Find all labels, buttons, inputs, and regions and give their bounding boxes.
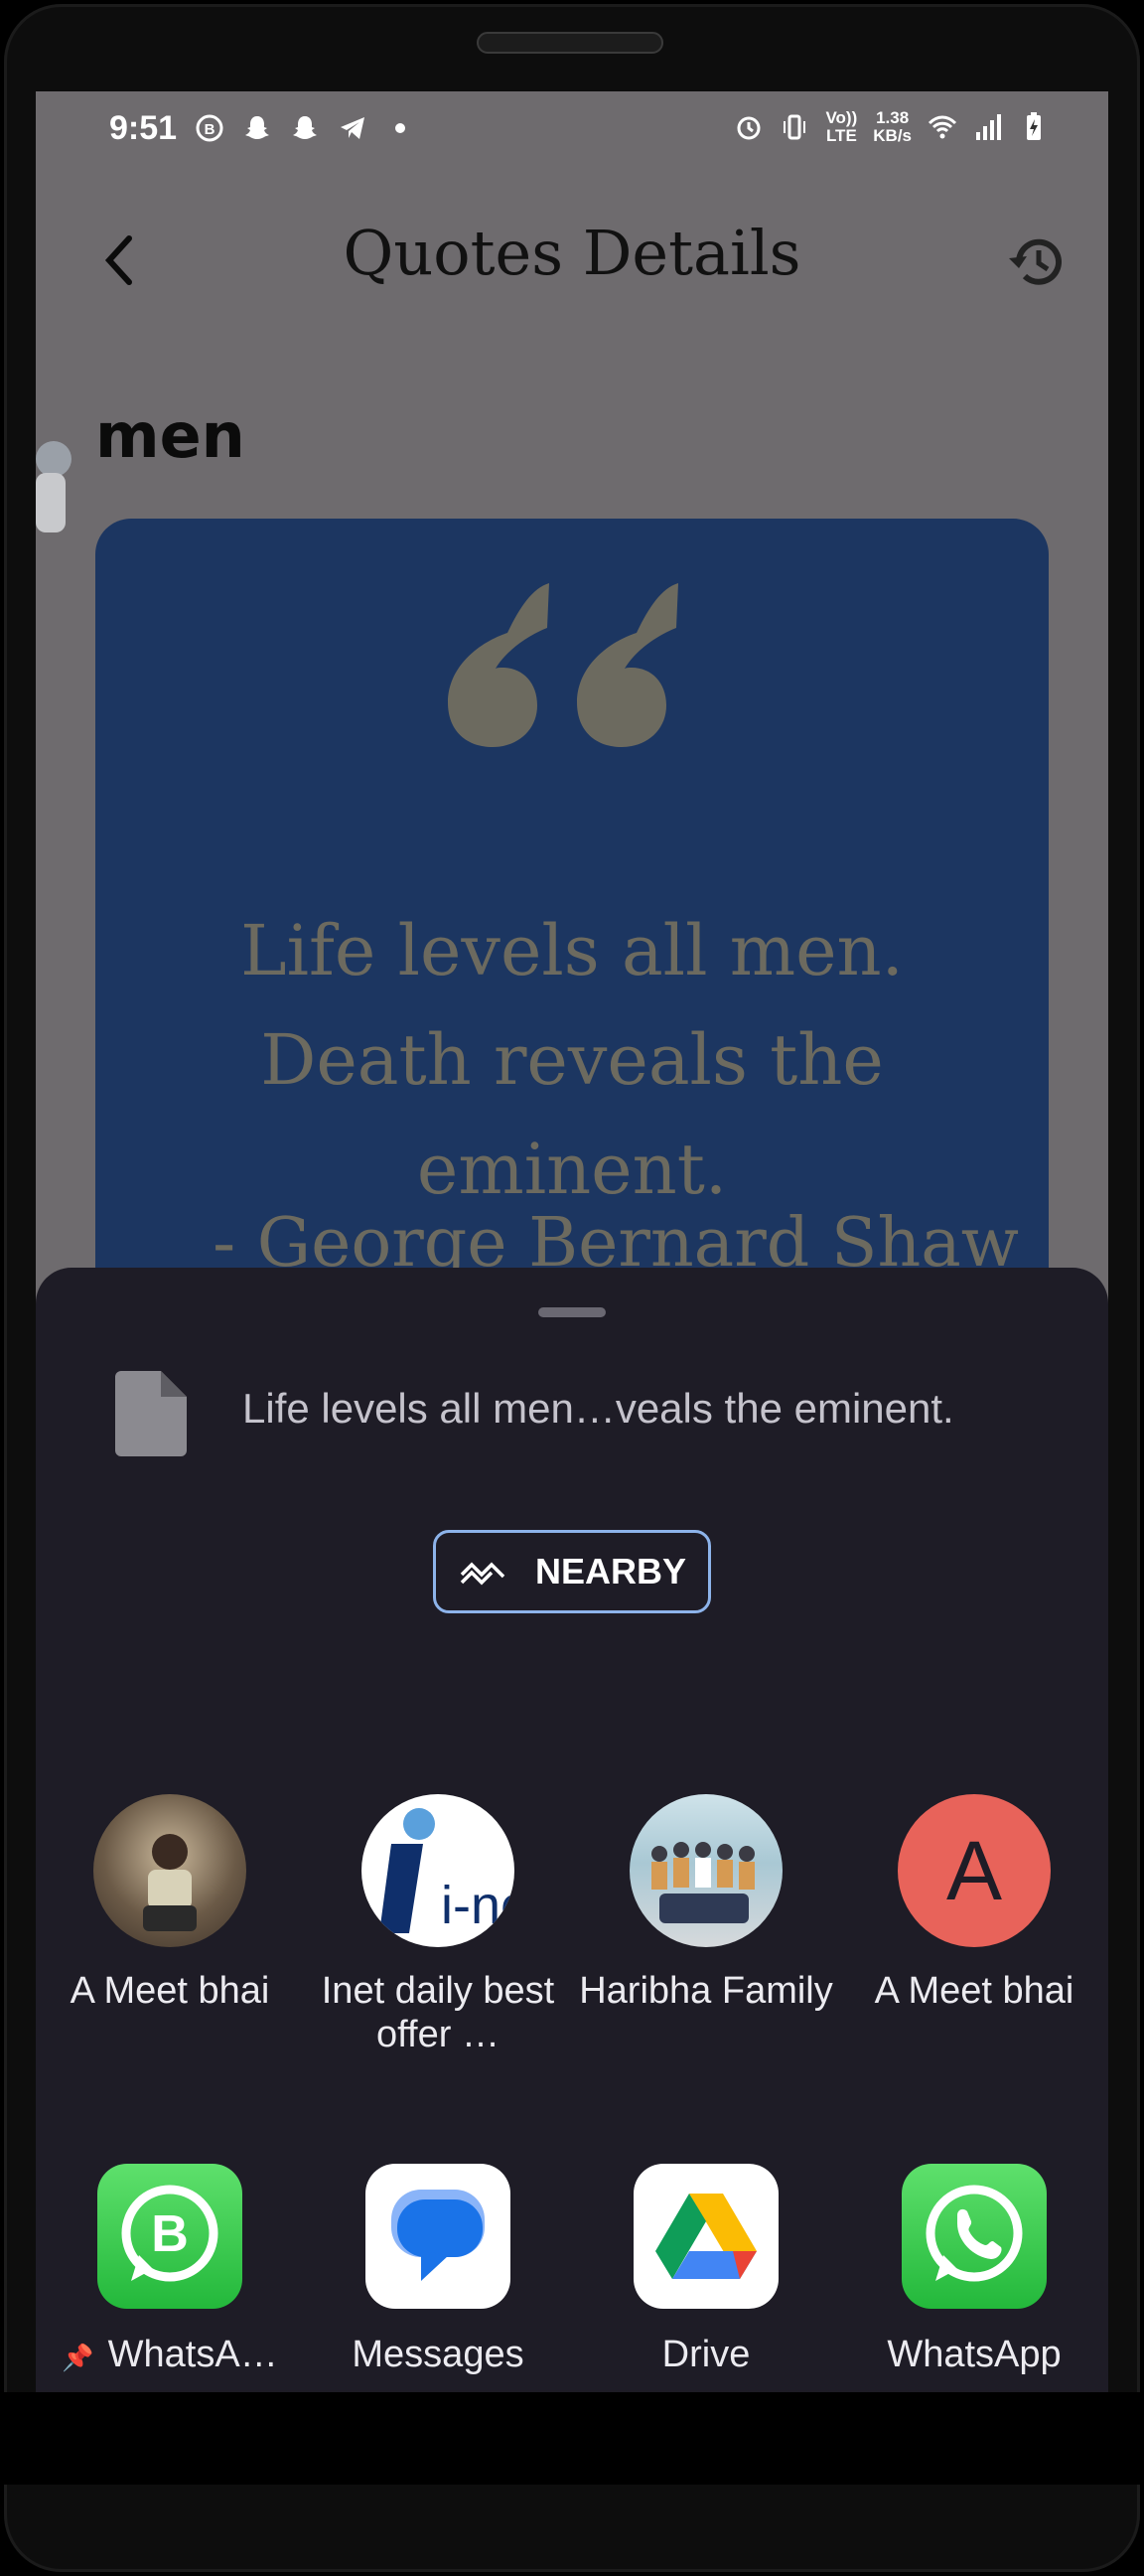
- contact-target[interactable]: A A Meet bhai: [840, 1794, 1108, 2072]
- contact-name: Haribha Family: [579, 1970, 833, 2012]
- snapchat-icon: [293, 116, 317, 139]
- inet-logo-text: i-net: [441, 1876, 514, 1935]
- wifi-icon: [928, 115, 957, 139]
- app-name: Messages: [352, 2334, 524, 2375]
- app-share-targets: B 📌 WhatsA… Messages Drive WhatsApp: [36, 2164, 1108, 2392]
- quote-text: Life levels all men. Death reveals the e…: [240, 910, 904, 1210]
- google-drive-icon: [634, 2164, 779, 2309]
- category-title: men: [95, 399, 245, 472]
- quote-mark-icon: [448, 583, 678, 747]
- contact-target[interactable]: A Meet bhai: [36, 1794, 304, 2072]
- astronaut-decoration: [36, 441, 72, 532]
- avatar-initial: A: [945, 1823, 1003, 1917]
- screen: 9:51 B Vo))LTE 1.38KB/s Quotes Details: [36, 91, 1108, 2484]
- signal-icon: [976, 114, 1001, 140]
- battery-charging-icon: [1027, 112, 1041, 140]
- app-name: Drive: [661, 2334, 751, 2375]
- history-icon[interactable]: [1005, 230, 1069, 294]
- pin-icon: 📌: [62, 2343, 94, 2372]
- contact-target[interactable]: i-net Inet daily best offer …: [304, 1794, 572, 2072]
- status-bar: 9:51 B Vo)) LTE 1.38 KB/s: [36, 91, 1108, 175]
- app-target-drive[interactable]: Drive: [572, 2164, 840, 2392]
- messages-icon: [365, 2164, 510, 2309]
- network-speed: 1.38 KB/s: [873, 108, 912, 145]
- nearby-share-button[interactable]: NEARBY: [433, 1530, 711, 1613]
- app-header: Quotes Details: [36, 201, 1108, 320]
- contact-name: A Meet bhai: [874, 1970, 1074, 2012]
- app-name: WhatsApp: [887, 2334, 1062, 2375]
- status-time: 9:51: [109, 109, 178, 147]
- whatsapp-icon: [902, 2164, 1047, 2309]
- nearby-label: NEARBY: [534, 1551, 686, 1591]
- system-icons: Vo)) LTE 1.38 KB/s: [734, 109, 1049, 145]
- app-target-whatsapp-business[interactable]: B 📌 WhatsA…: [36, 2164, 304, 2392]
- avatar: i-net: [361, 1794, 514, 1947]
- whatsapp-business-icon: B: [196, 114, 223, 142]
- avatar: [93, 1794, 246, 1947]
- app-name: WhatsA…: [107, 2334, 278, 2375]
- phone-frame: 9:51 B Vo))LTE 1.38KB/s Quotes Details: [0, 0, 1144, 2576]
- whatsapp-business-icon: B: [97, 2164, 242, 2309]
- whatsapp-business-badge: B: [151, 2205, 189, 2263]
- nearby-share-icon: [460, 1562, 505, 1586]
- avatar: [630, 1794, 783, 1947]
- avatar: A: [898, 1794, 1051, 1947]
- app-target-messages[interactable]: Messages: [304, 2164, 572, 2392]
- more-dot-icon: [395, 123, 405, 133]
- sheet-drag-handle[interactable]: [538, 1307, 606, 1317]
- direct-share-contacts: A Meet bhai i-net Inet daily best offer …: [36, 1794, 1108, 2072]
- app-target-whatsapp[interactable]: WhatsApp: [840, 2164, 1108, 2392]
- share-preview-text: Life levels all men…veals the eminent.: [242, 1385, 954, 1432]
- alarm-icon: [737, 116, 761, 140]
- contact-target[interactable]: Haribha Family: [572, 1794, 840, 2072]
- contact-name: Inet daily best offer …: [321, 1970, 555, 2055]
- contact-name: A Meet bhai: [70, 1970, 270, 2012]
- telegram-icon: [341, 117, 364, 139]
- snapchat-icon: [245, 116, 269, 139]
- vibrate-icon: [784, 114, 806, 140]
- earpiece-speaker: [477, 32, 663, 54]
- notification-icons: B: [195, 113, 415, 143]
- app-label: 📌 WhatsA…: [36, 2333, 304, 2379]
- volte-indicator: Vo)) LTE: [825, 108, 858, 145]
- page-title: Quotes Details: [343, 217, 801, 289]
- svg-text:B: B: [205, 121, 215, 138]
- document-icon: [115, 1371, 187, 1456]
- share-sheet: Life levels all men…veals the eminent. N…: [36, 1268, 1108, 2484]
- bottom-bezel: [0, 2392, 1144, 2485]
